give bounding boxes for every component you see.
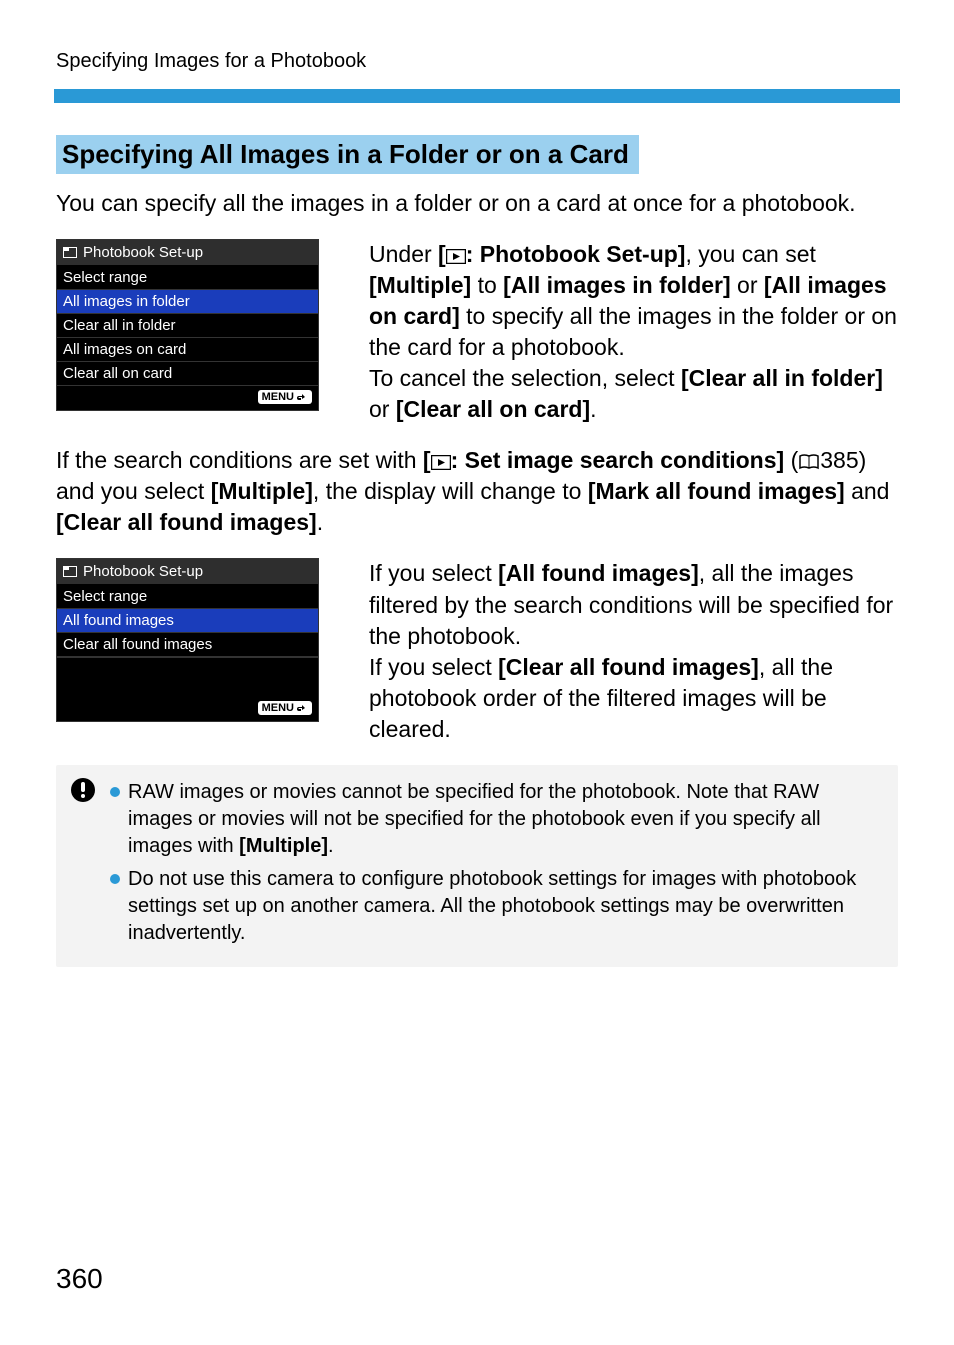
photobook-icon xyxy=(63,566,77,577)
caution-item: Do not use this camera to configure phot… xyxy=(110,866,884,947)
sim-menu-item[interactable]: All images on card xyxy=(57,338,318,362)
sim-menu-item[interactable]: Clear all in folder xyxy=(57,314,318,338)
sim-menu-item[interactable]: Select range xyxy=(57,266,318,290)
menu-return-button[interactable]: MENU xyxy=(258,390,312,404)
sim-menu-item[interactable]: All found images xyxy=(57,609,318,633)
caution-list: RAW images or movies cannot be specified… xyxy=(110,779,884,953)
camera-screen-1: Photobook Set-up Select rangeAll images … xyxy=(56,239,319,425)
section-title: Specifying All Images in a Folder or on … xyxy=(56,135,639,174)
sim-menu-item[interactable]: Clear all found images xyxy=(57,633,318,657)
playback-icon xyxy=(446,249,466,264)
menu-return-button[interactable]: MENU xyxy=(258,701,312,715)
caution-icon xyxy=(70,777,96,953)
breadcrumb: Specifying Images for a Photobook xyxy=(56,50,898,73)
menu-label: MENU xyxy=(262,390,294,404)
sim1-header: Photobook Set-up xyxy=(57,240,318,266)
caution-box: RAW images or movies cannot be specified… xyxy=(56,765,898,967)
paragraph-3: If you select [All found images], all th… xyxy=(369,558,898,744)
page-number: 360 xyxy=(56,1263,103,1295)
return-icon xyxy=(296,392,308,402)
sim2-header: Photobook Set-up xyxy=(57,559,318,585)
playback-icon xyxy=(431,455,451,470)
row-2: Photobook Set-up Select rangeAll found i… xyxy=(56,558,898,744)
sim-menu-item[interactable]: Select range xyxy=(57,585,318,609)
sim-menu-item[interactable]: Clear all on card xyxy=(57,362,318,386)
sim1-title: Photobook Set-up xyxy=(83,244,203,261)
divider-bar xyxy=(54,89,900,103)
row-1: Photobook Set-up Select rangeAll images … xyxy=(56,239,898,425)
page-ref-icon xyxy=(798,454,820,470)
intro-text: You can specify all the images in a fold… xyxy=(56,188,898,219)
sim2-title: Photobook Set-up xyxy=(83,563,203,580)
photobook-icon xyxy=(63,247,77,258)
paragraph-1: Under [: Photobook Set-up], you can set … xyxy=(369,239,898,425)
return-icon xyxy=(296,703,308,713)
sim-menu-item[interactable]: All images in folder xyxy=(57,290,318,314)
caution-item: RAW images or movies cannot be specified… xyxy=(110,779,884,860)
paragraph-2: If the search conditions are set with [:… xyxy=(56,445,898,538)
camera-screen-2: Photobook Set-up Select rangeAll found i… xyxy=(56,558,319,744)
menu-label: MENU xyxy=(262,701,294,715)
